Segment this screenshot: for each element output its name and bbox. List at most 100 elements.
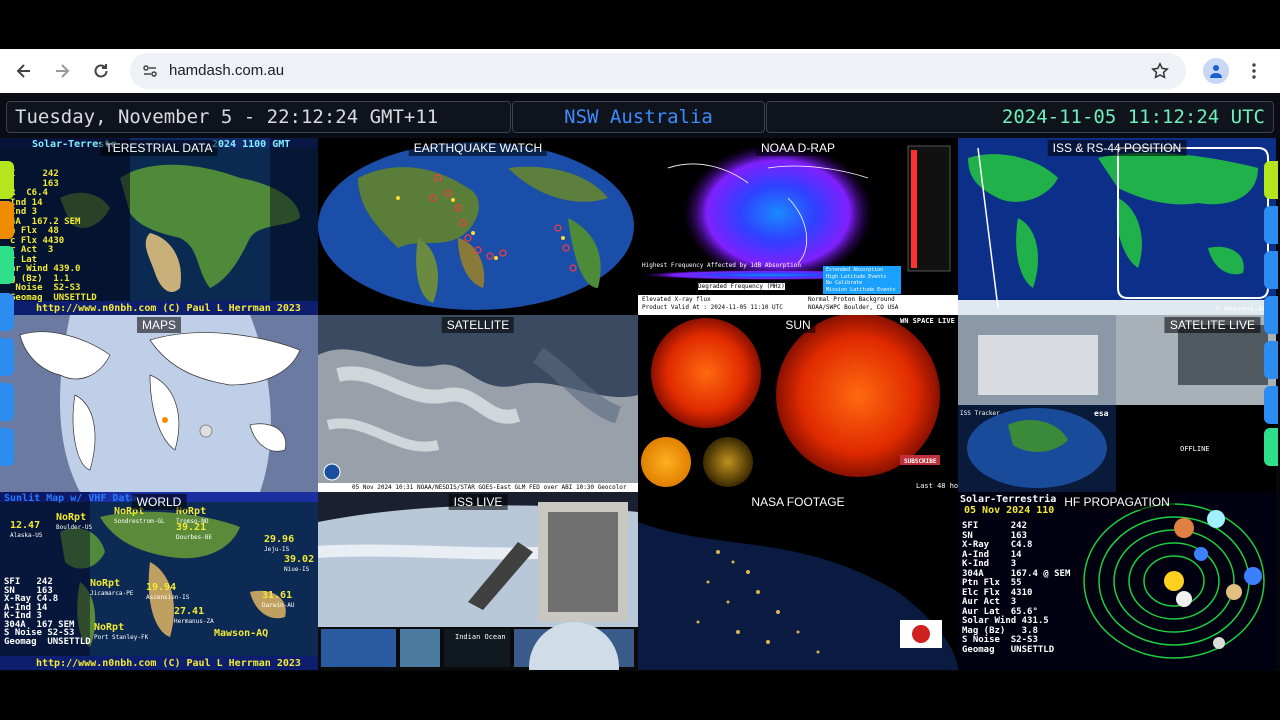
indian-ocean-label: Indian Ocean	[455, 633, 506, 641]
tile-maps[interactable]: MAPS	[0, 315, 318, 492]
satellite-image	[318, 315, 638, 492]
hf-date: 05 Nov 2024 110	[964, 505, 1055, 516]
tile-earthquake-watch[interactable]: EARTHQUAKE WATCH	[318, 138, 638, 315]
tile-noaa-drap[interactable]: Highest Frequency Affected by 1dB Absorp…	[638, 138, 958, 315]
profile-icon[interactable]	[1203, 58, 1229, 84]
esa-logo: esa	[1094, 409, 1109, 418]
city-name: Port Stanley-FK	[94, 634, 149, 641]
iss-position-map	[958, 138, 1276, 315]
satellite-caption: 05 Nov 2024 10:31 NOAA/NESDIS/STAR GOES-…	[352, 484, 627, 491]
data-line: Geomag UNSETTLD	[962, 644, 1055, 655]
tile-label-noaa: NOAA D-RAP	[755, 140, 841, 156]
browser-toolbar: hamdash.com.au	[0, 49, 1280, 93]
tile-nasa-footage[interactable]: NASA FOOTAGE	[638, 492, 958, 670]
terrestrial-footer: http://www.n0nbh.com (C) Paul L Herrman …	[36, 303, 301, 314]
drap-map	[638, 138, 958, 315]
city-name: Jicamarca-PE	[90, 590, 134, 597]
drap-legend-title: Highest Frequency Affected by 1dB Absorp…	[642, 262, 801, 269]
side-tab-left-4[interactable]	[0, 293, 14, 331]
city-name: Boulder-US	[56, 524, 93, 531]
world-sunlight-map	[0, 315, 318, 492]
tile-world[interactable]: Sunlit Map w/ VHF Data 12.47 Alaska-US NoR…	[0, 492, 318, 670]
screen: hamdash.com.au Tuesday, November 5 - 22:…	[0, 0, 1280, 720]
side-tab-right-1[interactable]	[1264, 161, 1278, 199]
tile-satelite-live[interactable]: ISS Tracker esa OFFLINE SATELITE LIVE	[958, 315, 1276, 492]
tile-label-earthquake: EARTHQUAKE WATCH	[408, 140, 548, 156]
sun-subscribe-button[interactable]: SUBSCRIBE	[904, 456, 937, 467]
city-name: Dourbes-BE	[176, 534, 213, 541]
drap-info-left: Elevated X-ray flux Product Valid At : 2…	[642, 296, 783, 311]
world-footer: http://www.n0nbh.com (C) Paul L Herrman …	[36, 658, 301, 669]
terrestrial-banner-time: 2024 1100 GMT	[212, 139, 291, 150]
tile-satellite[interactable]: 05 Nov 2024 10:31 NOAA/NESDIS/STAR GOES-…	[318, 315, 638, 492]
site-info-icon[interactable]	[138, 59, 162, 83]
side-tab-left-5[interactable]	[0, 338, 14, 376]
address-bar[interactable]: hamdash.com.au	[130, 53, 1186, 89]
city-name: Sondrestrom-GL	[114, 518, 165, 525]
tile-sun[interactable]: WN SPACE LIVE SUBSCRIBE Last 48 hours SU…	[638, 315, 958, 492]
url-text[interactable]: hamdash.com.au	[169, 62, 284, 79]
side-tab-right-4[interactable]	[1264, 296, 1278, 334]
offline-status: OFFLINE	[1180, 445, 1210, 453]
nasa-earth-night	[638, 492, 958, 670]
tile-label-nasa: NASA FOOTAGE	[746, 494, 850, 510]
back-arrow-icon[interactable]	[12, 59, 36, 83]
city-name: Ascension-IS	[146, 594, 190, 601]
drap-info-right: Normal Proton Background NOAA/SWPC Bould…	[808, 296, 899, 311]
side-tab-right-5[interactable]	[1264, 341, 1278, 379]
tile-label-terrestrial: TERESTRIAL DATA	[100, 140, 218, 156]
local-time-box: Tuesday, November 5 - 22:12:24 GMT+11	[6, 101, 511, 133]
reload-icon[interactable]	[89, 59, 113, 83]
sun-last48: Last 48 hours	[916, 482, 958, 490]
earthquake-map	[318, 138, 638, 315]
drap-box-line: Mission Latitude Events	[826, 286, 896, 293]
data-line: Geomag UNSETTLD	[4, 636, 91, 647]
tile-label-sun: SUN	[780, 317, 816, 333]
local-time: Tuesday, November 5 - 22:12:24 GMT+11	[15, 106, 439, 128]
tile-iss-rs44[interactable]: © Heavens-Above ISS & RS-44 POSITION	[958, 138, 1276, 315]
location-box[interactable]: NSW Australia	[512, 101, 765, 133]
iss-tracker-label: ISS Tracker	[960, 410, 1000, 417]
bookmark-star-icon[interactable]	[1148, 59, 1172, 83]
dashboard-header: Tuesday, November 5 - 22:12:24 GMT+11 NS…	[0, 93, 1280, 138]
tile-label-satellite: SATELLITE	[441, 317, 515, 333]
hf-banner: Solar-Terrestria	[960, 494, 1057, 505]
utc-time: 2024-11-05 11:12:24 UTC	[1001, 106, 1265, 128]
side-tab-left-3[interactable]	[0, 246, 14, 284]
side-tab-left-6[interactable]	[0, 383, 14, 421]
tile-label-world: WORLD	[131, 494, 187, 510]
drap-box-line: Extended Absorption	[826, 267, 884, 273]
satelite-live-image	[958, 315, 1276, 492]
tile-label-iss-live: ISS LIVE	[448, 494, 508, 510]
tile-label-satelite-live: SATELITE LIVE	[1164, 317, 1260, 333]
city-name: Darwin-AU	[262, 602, 295, 609]
side-tab-right-3[interactable]	[1264, 251, 1278, 289]
more-menu-icon[interactable]	[1244, 59, 1264, 83]
side-tab-left-1[interactable]	[0, 161, 14, 199]
tile-terrestrial-data[interactable]: Solar-Terrestr 2024 1100 GMT I 242 163 R …	[0, 138, 318, 315]
utc-time-box: 2024-11-05 11:12:24 UTC	[766, 101, 1274, 133]
city-name: Niue-IS	[284, 566, 310, 573]
city-name: Alaska-US	[10, 532, 43, 539]
drap-box-line: High Latitude Events	[826, 273, 887, 280]
sun-badge: WN SPACE LIVE	[900, 317, 955, 325]
side-tab-right-7[interactable]	[1264, 428, 1278, 466]
drap-box-line: No Calibrate	[826, 280, 863, 286]
iss-live-feed	[318, 492, 638, 670]
tile-iss-live[interactable]: Indian Ocean ISS LIVE	[318, 492, 638, 670]
side-tab-right-2[interactable]	[1264, 206, 1278, 244]
side-tab-right-6[interactable]	[1264, 386, 1278, 424]
tile-hf-propagation[interactable]: Solar-Terrestria 05 Nov 2024 110 SFI 242…	[958, 492, 1276, 670]
city-name: Hermanus-ZA	[174, 618, 214, 625]
side-tab-left-7[interactable]	[0, 428, 14, 466]
forward-arrow-icon[interactable]	[50, 59, 74, 83]
tile-label-iss-rs44: ISS & RS-44 POSITION	[1047, 140, 1187, 156]
tile-label-hf: HF PROPAGATION	[1059, 494, 1175, 510]
data-line: Geomag UNSETTLD	[10, 292, 97, 303]
tile-label-maps: MAPS	[136, 317, 182, 333]
drap-legend-sub: Degraded Frequency (MHz)	[698, 283, 785, 290]
location-name[interactable]: NSW Australia	[564, 106, 713, 128]
city-value: Mawson-AQ	[214, 628, 269, 639]
dashboard-page: Tuesday, November 5 - 22:12:24 GMT+11 NS…	[0, 93, 1280, 671]
side-tab-left-2[interactable]	[0, 201, 14, 239]
